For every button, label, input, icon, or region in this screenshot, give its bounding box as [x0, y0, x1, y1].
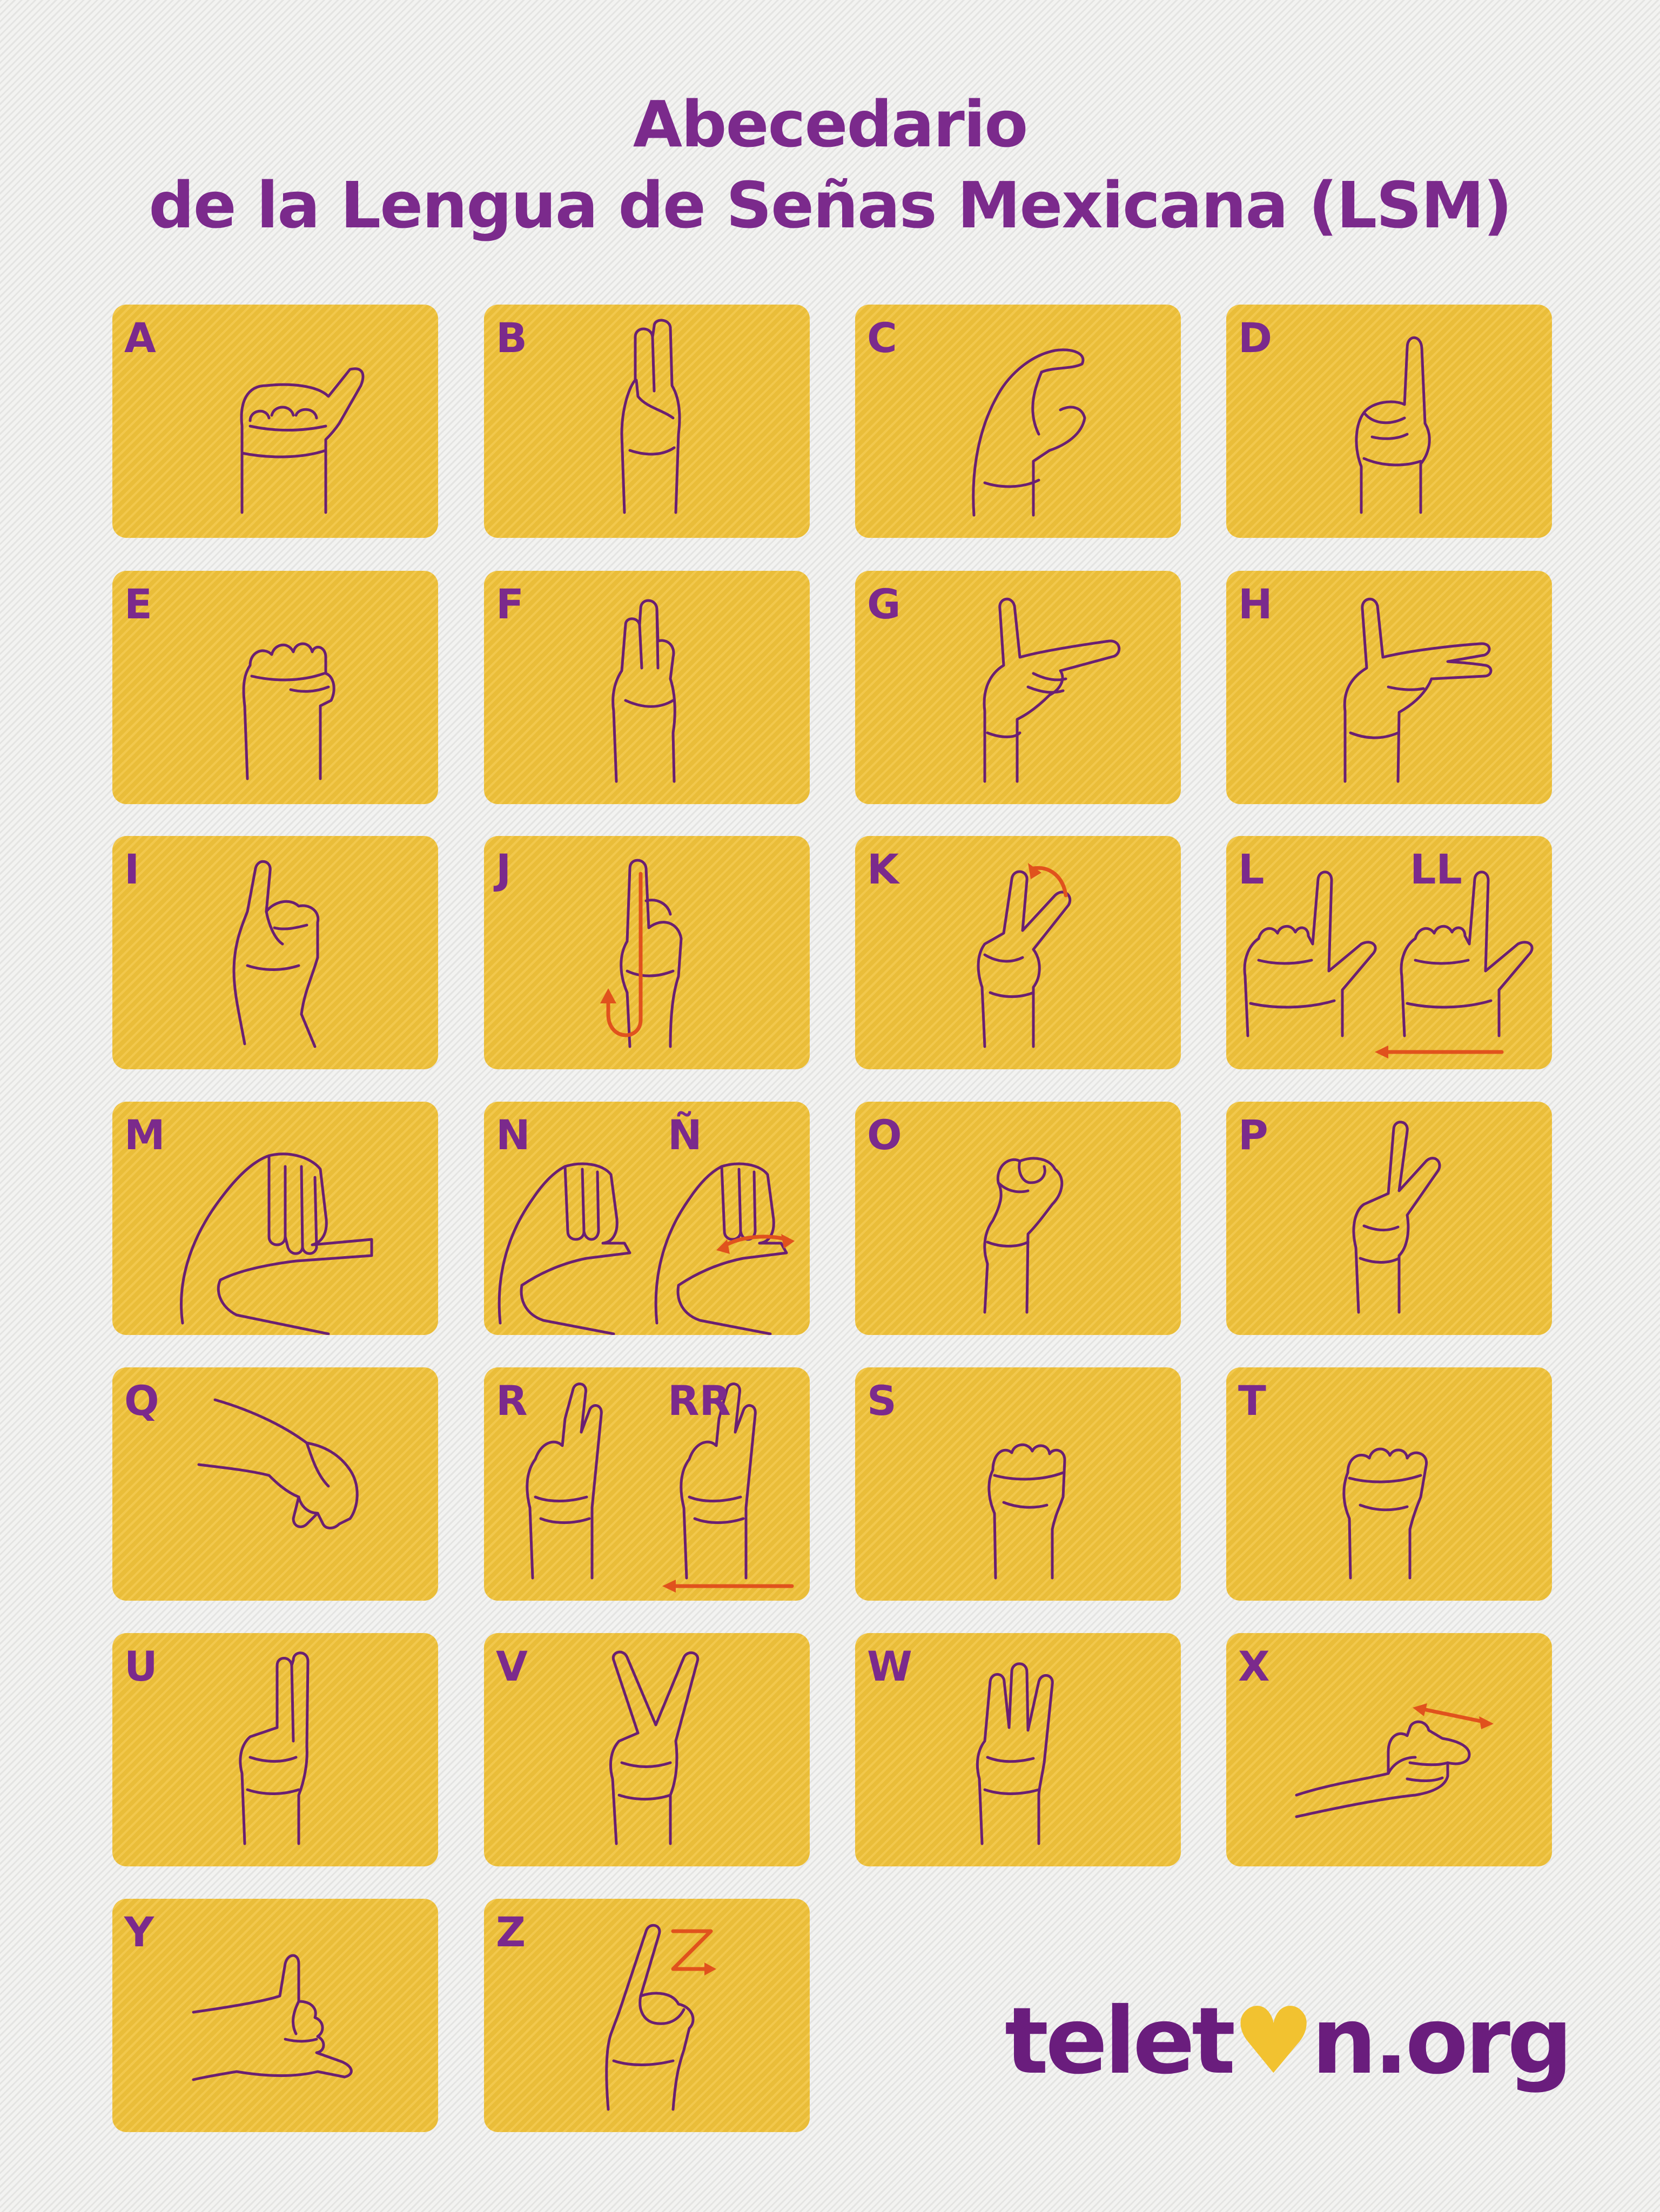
- letter-card-x: X: [1226, 1633, 1552, 1866]
- letter-card-c: C: [855, 305, 1181, 538]
- hand-b-icon: [620, 319, 681, 514]
- letter-card-b: B: [484, 305, 810, 538]
- letter-card-o: O: [855, 1102, 1181, 1335]
- letter-card-n: NÑ: [484, 1102, 810, 1335]
- hand-v-icon: [609, 1650, 700, 1845]
- letter-label: E: [124, 580, 152, 628]
- hand-p-icon: [1352, 1121, 1441, 1314]
- letter-label: Z: [496, 1908, 526, 1956]
- hand-j-icon: [600, 859, 683, 1048]
- hand-k-icon: [977, 863, 1072, 1048]
- letter-card-u: U: [112, 1633, 438, 1866]
- letter-label: A: [124, 314, 156, 362]
- letter-label: V: [496, 1642, 528, 1690]
- letter-label: G: [867, 580, 901, 628]
- hand-u-icon: [239, 1651, 310, 1845]
- letter-label: S: [867, 1377, 897, 1425]
- letter-label: N: [496, 1111, 530, 1159]
- hand-x-icon: [1295, 1703, 1494, 1818]
- letter-label: O: [867, 1111, 902, 1159]
- letter-card-q: Q: [112, 1367, 438, 1601]
- letter-label: P: [1238, 1111, 1268, 1159]
- letter-label: LL: [1410, 845, 1462, 893]
- letter-label: M: [124, 1111, 165, 1159]
- letter-card-p: P: [1226, 1102, 1552, 1335]
- letter-card-j: J: [484, 836, 810, 1069]
- letter-label: T: [1238, 1377, 1266, 1425]
- letter-label: J: [496, 845, 512, 893]
- hand-c-icon: [972, 348, 1086, 517]
- letter-label: D: [1238, 314, 1273, 362]
- letter-card-f: F: [484, 571, 810, 804]
- page-title-line-2: de la Lengua de Señas Mexicana (LSM): [149, 168, 1512, 242]
- page-title-line-1: Abecedario: [633, 87, 1029, 161]
- logo-text-start: telet: [1005, 1988, 1235, 2095]
- letter-card-z: Z: [484, 1899, 810, 2132]
- letter-label: H: [1238, 580, 1273, 628]
- letter-label: F: [496, 580, 524, 628]
- letter-card-h: H: [1226, 571, 1552, 804]
- hand-h-icon: [1343, 597, 1493, 783]
- teleton-logo: telet♥n.org: [1005, 1993, 1573, 2090]
- letter-label: R: [496, 1377, 528, 1425]
- letter-card-s: S: [855, 1367, 1181, 1601]
- hand-g-icon: [983, 597, 1121, 783]
- hand-a-icon: [240, 367, 365, 514]
- hand-i-icon: [232, 860, 320, 1048]
- letter-card-k: K: [855, 836, 1181, 1069]
- hand-n-icon: [498, 1162, 795, 1335]
- hand-t-icon: [1342, 1447, 1428, 1580]
- letter-label: W: [867, 1642, 912, 1690]
- hand-z-icon: [605, 1924, 716, 2111]
- letter-label: L: [1238, 845, 1265, 893]
- hand-f-icon: [611, 599, 676, 783]
- letter-label: RR: [668, 1377, 731, 1425]
- hand-r-icon: [526, 1382, 794, 1593]
- letter-label: Y: [124, 1908, 154, 1956]
- letter-card-m: M: [112, 1102, 438, 1335]
- heart-icon: ♥: [1232, 1988, 1314, 2095]
- letter-card-i: I: [112, 836, 438, 1069]
- letter-card-w: W: [855, 1633, 1181, 1866]
- letter-card-v: V: [484, 1633, 810, 1866]
- letter-label: Ñ: [668, 1111, 702, 1159]
- letter-card-g: G: [855, 571, 1181, 804]
- letter-label: B: [496, 314, 527, 362]
- letter-card-t: T: [1226, 1367, 1552, 1601]
- logo-text-end: n.org: [1311, 1988, 1573, 2095]
- letter-card-y: Y: [112, 1899, 438, 2132]
- hand-o-icon: [983, 1157, 1064, 1314]
- hand-s-icon: [987, 1443, 1066, 1580]
- hand-l-icon: [1243, 871, 1534, 1058]
- letter-card-d: D: [1226, 305, 1552, 538]
- letter-label: I: [124, 845, 140, 893]
- letter-label: Q: [124, 1377, 159, 1425]
- letter-label: X: [1238, 1642, 1270, 1690]
- letter-label: K: [867, 845, 899, 893]
- letter-card-e: E: [112, 571, 438, 804]
- letter-label: C: [867, 314, 897, 362]
- letter-card-a: A: [112, 305, 438, 538]
- letter-label: U: [124, 1642, 158, 1690]
- letter-card-l: L LL: [1226, 836, 1552, 1069]
- hand-y-icon: [192, 1954, 353, 2081]
- letter-card-r: R RR: [484, 1367, 810, 1601]
- hand-e-icon: [242, 642, 335, 780]
- hand-q-icon: [197, 1398, 359, 1529]
- hand-d-icon: [1355, 336, 1431, 514]
